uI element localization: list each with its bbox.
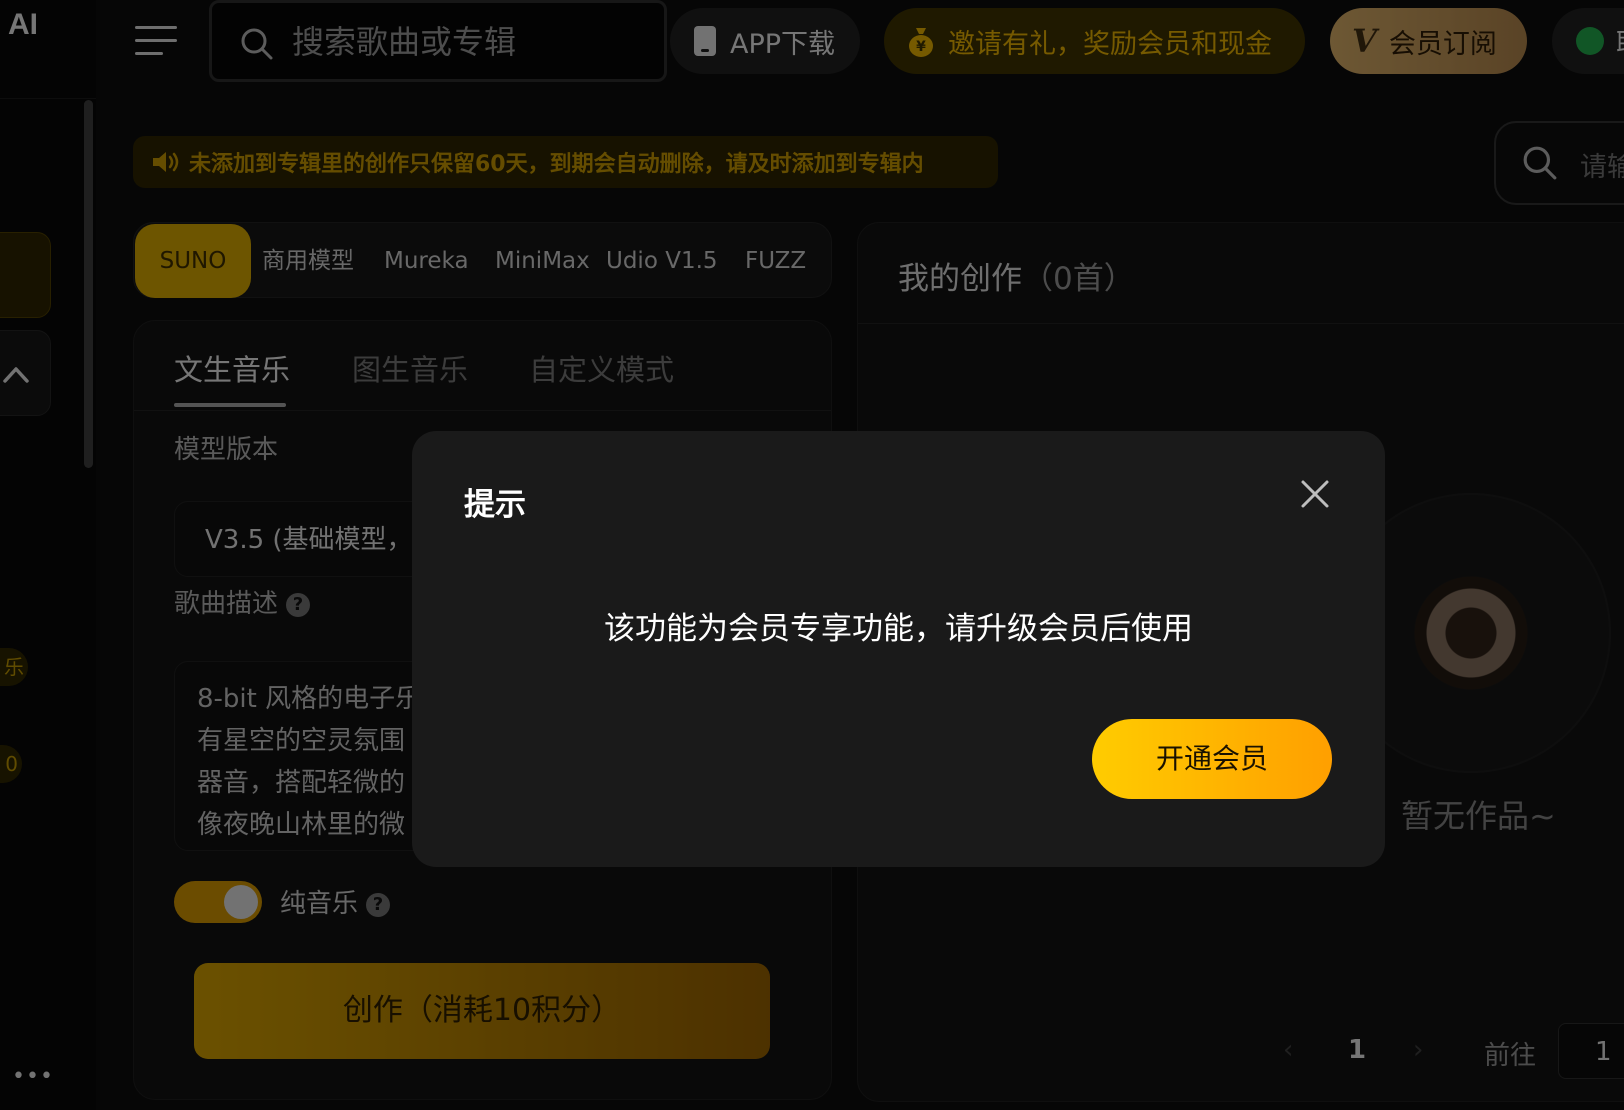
vip-required-dialog: 提示 该功能为会员专享功能，请升级会员后使用 开通会员 <box>412 431 1385 867</box>
page: AI 乐 0 ••• APP下载 ¥ 邀请有礼，奖励会员和现金 V 会员订阅 联 <box>0 0 1624 1110</box>
dialog-title: 提示 <box>464 487 526 523</box>
open-vip-button[interactable]: 开通会员 <box>1092 719 1332 799</box>
dialog-message: 该功能为会员专享功能，请升级会员后使用 <box>604 611 1193 647</box>
close-icon[interactable] <box>1297 476 1333 512</box>
